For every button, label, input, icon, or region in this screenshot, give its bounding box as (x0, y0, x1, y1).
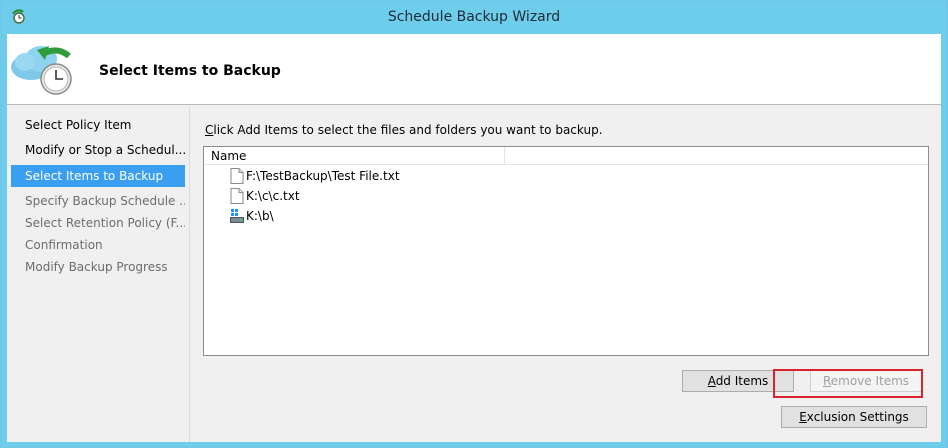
name-column-header-label: Name (211, 149, 247, 163)
list-item-label: K:\c\c.txt (246, 189, 300, 203)
file-icon (230, 188, 244, 204)
exclusion-settings-label: xclusion Settings (806, 410, 909, 424)
instruction-text: Click Add Items to select the files and … (205, 123, 603, 137)
title-bar[interactable]: Schedule Backup Wizard (1, 1, 947, 33)
add-items-label: dd Items (715, 374, 769, 388)
nav-step-specify-backup-schedule: Specify Backup Schedule ... (25, 194, 185, 208)
nav-step-modify-or-stop-schedule[interactable]: Modify or Stop a Schedul... (11, 139, 185, 161)
nav-step-select-retention-policy: Select Retention Policy (F... (25, 216, 185, 230)
exclusion-settings-button[interactable]: Exclusion Settings (781, 406, 927, 428)
file-icon (230, 168, 244, 184)
wizard-header: Select Items to Backup (7, 34, 941, 105)
column-header-filler (505, 147, 928, 165)
nav-step-select-items-to-backup[interactable]: Select Items to Backup (11, 165, 185, 187)
add-items-accelerator: A (707, 374, 716, 388)
name-column-header[interactable]: Name (204, 147, 505, 165)
backup-items-list[interactable]: Name F:\TestBackup\Test File.txt K:\c\c.… (203, 146, 929, 356)
window-title: Schedule Backup Wizard (387, 9, 561, 25)
exclusion-settings-highlight-box (773, 369, 923, 398)
nav-step-confirmation: Confirmation (25, 238, 103, 252)
nav-divider (189, 106, 190, 442)
nav-step-select-policy-item[interactable]: Select Policy Item (11, 114, 185, 136)
instruction-text-rest: lick Add Items to select the files and f… (213, 123, 603, 137)
list-item-label: F:\TestBackup\Test File.txt (246, 169, 400, 183)
drive-icon (230, 209, 244, 223)
nav-step-modify-backup-progress: Modify Backup Progress (25, 260, 168, 274)
page-heading: Select Items to Backup (99, 63, 281, 79)
exclusion-settings-accelerator: E (799, 410, 807, 424)
list-item-label: K:\b\ (246, 209, 274, 223)
cloud-backup-clock-icon (11, 46, 72, 95)
